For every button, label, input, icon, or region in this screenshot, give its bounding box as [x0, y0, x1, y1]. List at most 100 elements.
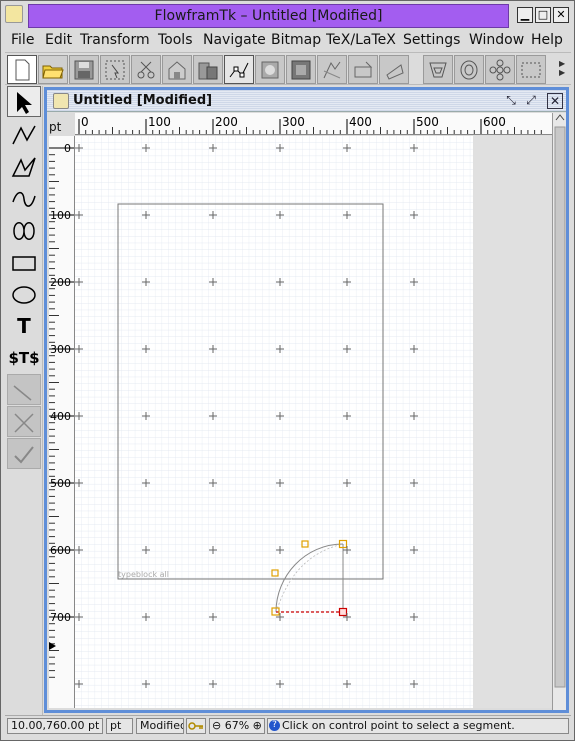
select-region-icon — [105, 60, 125, 80]
menu-file[interactable]: File — [11, 32, 34, 48]
doc-maximize-button[interactable]: ⤢ — [523, 93, 539, 109]
status-unit[interactable]: pt — [106, 718, 133, 734]
h-ruler-label: 200 — [215, 115, 238, 129]
h-ruler-label: 100 — [148, 115, 171, 129]
new-file-button[interactable] — [7, 55, 37, 84]
select-tool[interactable] — [7, 86, 41, 117]
iconify-button[interactable]: ⤡ — [503, 93, 519, 109]
zoom-control[interactable]: ⊖ 67% ⊕ — [209, 718, 265, 734]
text-tool[interactable]: T — [7, 310, 41, 341]
reflect-button[interactable] — [348, 55, 378, 84]
h-ruler-label: 0 — [81, 115, 89, 129]
gap-tool[interactable] — [7, 374, 41, 405]
menu-navigate[interactable]: Navigate — [203, 32, 266, 48]
tool-palette: T $T$ — [5, 86, 43, 716]
status-hint: ? Click on control point to select a seg… — [267, 718, 569, 734]
doc-close-button[interactable]: ✕ — [547, 93, 563, 109]
menu-edit[interactable]: Edit — [45, 32, 72, 48]
open-line-tool[interactable] — [7, 118, 41, 149]
abandon-icon — [14, 413, 34, 433]
v-ruler-label: 100 — [50, 209, 71, 222]
document-title: Untitled [Modified] — [73, 93, 213, 108]
menu-tex-latex[interactable]: TeX/LaTeX — [326, 32, 401, 48]
spiral-icon — [460, 60, 478, 80]
finish-tool[interactable] — [7, 438, 41, 469]
status-hint-text: Click on control point to select a segme… — [282, 719, 515, 732]
menu-window[interactable]: Window — [469, 32, 524, 48]
vertical-ruler: 0 100 200 300 400 500 600 700 — [49, 136, 75, 708]
zoom-in-icon[interactable]: ⊕ — [253, 719, 262, 732]
maximize-button[interactable]: □ — [535, 7, 551, 23]
help-info-icon: ? — [269, 720, 280, 731]
distort-icon — [429, 62, 447, 78]
edit-path-button[interactable] — [224, 55, 254, 84]
lock-key-icon[interactable] — [186, 718, 206, 734]
open-folder-icon — [42, 65, 64, 79]
window-title: FlowframTk – Untitled [Modified] — [154, 8, 383, 24]
spiral-button[interactable] — [454, 55, 484, 84]
document-frame: Untitled [Modified] ⤡ ⤢ ✕ pt 0 100 200 300 4… — [44, 87, 569, 713]
menu-transform[interactable]: Transform — [80, 32, 150, 48]
horizontal-ruler: 0 100 200 300 400 500 600 — [75, 113, 555, 135]
pattern-button[interactable] — [516, 55, 546, 84]
canvas-drawing: typeblock all — [75, 136, 473, 708]
ellipse-tool[interactable] — [7, 278, 41, 309]
flower-button[interactable] — [485, 55, 515, 84]
closed-line-tool[interactable] — [7, 150, 41, 181]
typeblock-label: typeblock all — [118, 570, 169, 579]
text-tool-label: T — [17, 314, 31, 338]
toolbar-overflow-icon[interactable]: ▶ ▶ — [559, 59, 567, 79]
distort-button[interactable] — [423, 55, 453, 84]
paste-button[interactable] — [193, 55, 223, 84]
title-bar: FlowframTk – Untitled [Modified] — [28, 4, 509, 28]
v-ruler-label: 300 — [50, 343, 71, 356]
ungroup-button[interactable] — [317, 55, 347, 84]
convert-button[interactable] — [255, 55, 285, 84]
save-button[interactable] — [69, 55, 99, 84]
open-curve-icon — [12, 191, 36, 207]
paste-icon — [198, 62, 218, 80]
drawing-canvas[interactable]: typeblock all — [75, 136, 473, 708]
flower-icon — [489, 59, 511, 81]
h-ruler-label: 300 — [282, 115, 305, 129]
rectangle-tool[interactable] — [7, 246, 41, 277]
status-coordinates: 10.00,760.00 pt — [7, 718, 103, 734]
menu-settings[interactable]: Settings — [403, 32, 460, 48]
select-region-button[interactable] — [100, 55, 130, 84]
open-curve-tool[interactable] — [7, 182, 41, 213]
vertical-scrollbar[interactable] — [552, 113, 566, 710]
math-text-tool[interactable]: $T$ — [7, 342, 41, 373]
open-button[interactable] — [38, 55, 68, 84]
vertical-ruler-ticks: 0 100 200 300 400 500 600 700 — [49, 142, 74, 678]
edit-path-icon — [229, 62, 249, 78]
closed-curve-tool[interactable] — [7, 214, 41, 245]
menu-tools[interactable]: Tools — [158, 32, 193, 48]
control-point-end-selected[interactable] — [338, 607, 348, 617]
scrollbar-track — [554, 114, 566, 688]
application-window: FlowframTk – Untitled [Modified] ▁ □ ✕ F… — [0, 0, 575, 741]
group-button[interactable] — [286, 55, 316, 84]
document-icon — [53, 93, 69, 109]
pattern-icon — [521, 62, 541, 78]
convert-icon — [261, 61, 279, 79]
zoom-out-icon[interactable]: ⊖ — [212, 719, 221, 732]
minimize-button[interactable]: ▁ — [517, 7, 533, 23]
menu-help[interactable]: Help — [531, 32, 563, 48]
toolbar: ▶ ▶ — [5, 52, 571, 85]
rotate-button[interactable] — [379, 55, 409, 84]
v-ruler-label: 500 — [50, 477, 71, 490]
copy-button[interactable] — [162, 55, 192, 84]
menu-bitmap[interactable]: Bitmap — [271, 32, 321, 48]
canvas-outside-area — [473, 136, 552, 708]
document-title-bar: Untitled [Modified] ⤡ ⤢ ✕ — [47, 90, 566, 112]
new-file-icon — [15, 59, 30, 81]
select-arrow-icon — [17, 92, 32, 114]
closed-curve-icon — [13, 222, 35, 240]
copy-icon — [168, 61, 186, 80]
v-ruler-label: 600 — [50, 544, 71, 557]
abandon-tool[interactable] — [7, 406, 41, 437]
cut-button[interactable] — [131, 55, 161, 84]
status-modified: Modified — [136, 718, 184, 734]
ungroup-icon — [323, 61, 341, 79]
close-button[interactable]: ✕ — [553, 7, 569, 23]
